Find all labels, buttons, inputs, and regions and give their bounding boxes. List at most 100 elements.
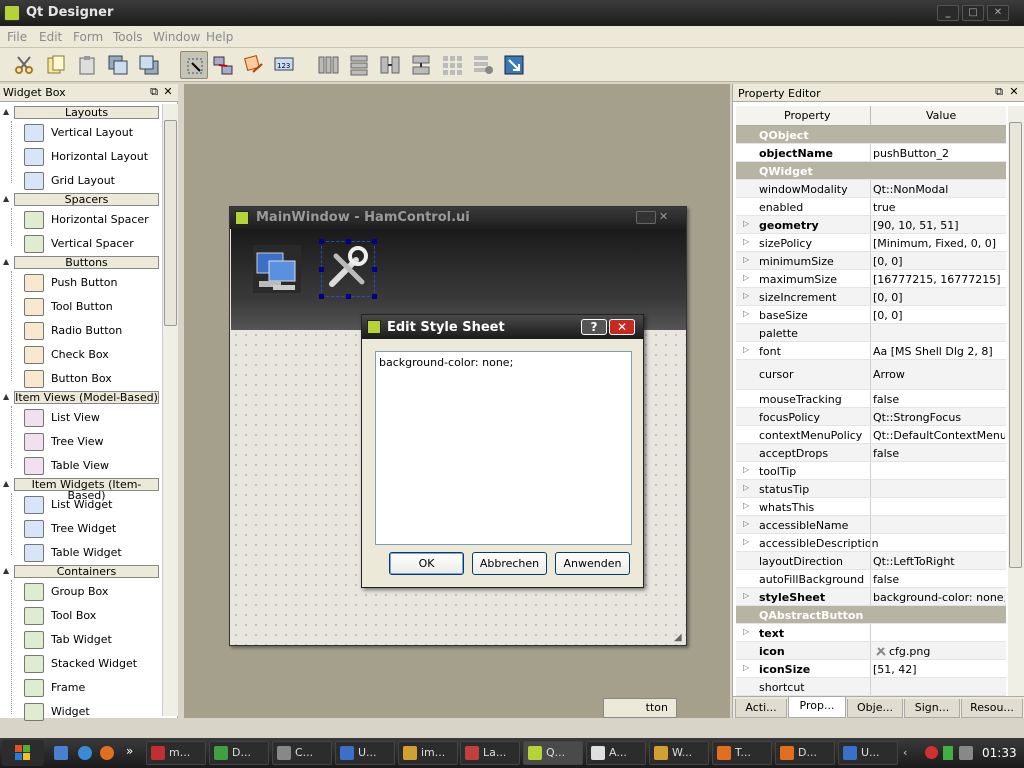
property-value[interactable]: Qt::NonModal xyxy=(873,183,1005,196)
menu-form[interactable]: Form xyxy=(73,30,103,44)
property-row[interactable]: ▷ font Aa [MS Shell Dlg 2, 8] xyxy=(736,342,1006,360)
ok-button[interactable]: OK xyxy=(389,552,464,575)
clock[interactable]: 01:33 xyxy=(982,746,1017,760)
expand-arrow-icon[interactable]: ▷ xyxy=(743,273,749,282)
quicklaunch-more-icon[interactable]: » xyxy=(126,744,133,758)
taskbar-item[interactable]: im... xyxy=(398,741,458,765)
expand-arrow-icon[interactable]: ▷ xyxy=(743,237,749,246)
property-row[interactable]: ▷ statusTip xyxy=(736,480,1006,498)
apply-button[interactable]: Anwenden xyxy=(555,552,630,575)
property-row[interactable]: enabled true xyxy=(736,198,1006,216)
float-icon[interactable]: ⧉ xyxy=(148,86,160,98)
property-value[interactable]: false xyxy=(873,573,1005,586)
firefox-icon[interactable] xyxy=(100,746,114,760)
taskbar-item[interactable]: W... xyxy=(649,741,709,765)
category-collapse-icon[interactable]: ▲ xyxy=(3,107,9,116)
cut-button[interactable] xyxy=(10,51,38,79)
close-icon[interactable]: ✕ xyxy=(162,86,174,98)
property-row[interactable]: ▷ accessibleDescription xyxy=(736,534,1006,552)
taskbar-item[interactable]: La... xyxy=(460,741,520,765)
category-collapse-icon[interactable]: ▲ xyxy=(3,392,9,401)
property-row[interactable]: ▷ sizePolicy [Minimum, Fixed, 0, 0] xyxy=(736,234,1006,252)
property-editor-scrollbar[interactable] xyxy=(1008,106,1024,696)
property-value[interactable]: Qt::LeftToRight xyxy=(873,555,1005,568)
expand-arrow-icon[interactable]: ▷ xyxy=(743,291,749,300)
taskbar-item[interactable]: D... xyxy=(775,741,835,765)
bring-to-front-button[interactable] xyxy=(135,51,163,79)
property-value[interactable]: [Minimum, Fixed, 0, 0] xyxy=(873,237,1005,250)
close-button[interactable]: ✕ xyxy=(987,5,1009,21)
dialog-titlebar[interactable]: Edit Style Sheet ? ✕ xyxy=(362,315,643,339)
tray-expand-icon[interactable]: ‹ xyxy=(903,746,907,759)
menu-file[interactable]: File xyxy=(7,30,27,44)
maximize-button[interactable]: □ xyxy=(962,5,984,21)
expand-arrow-icon[interactable]: ▷ xyxy=(743,501,749,510)
property-value[interactable]: [51, 42] xyxy=(873,663,1005,676)
menu-tools[interactable]: Tools xyxy=(113,30,143,44)
category-collapse-icon[interactable]: ▲ xyxy=(3,194,9,203)
property-value[interactable]: Arrow xyxy=(873,368,1005,381)
category-1[interactable]: Spacers xyxy=(14,193,159,206)
property-row[interactable]: ▷ styleSheet background-color: none; xyxy=(736,588,1006,606)
form-close-button[interactable]: ✕ xyxy=(659,210,668,223)
property-row[interactable]: shortcut xyxy=(736,678,1006,696)
property-row[interactable]: ▷ minimumSize [0, 0] xyxy=(736,252,1006,270)
network-computers-icon[interactable] xyxy=(251,243,303,295)
taskbar-item[interactable]: C... xyxy=(272,741,332,765)
property-value[interactable]: [16777215, 16777215] xyxy=(873,273,1005,286)
property-row[interactable]: palette xyxy=(736,324,1006,342)
minimize-button[interactable]: _ xyxy=(937,5,959,21)
start-button[interactable] xyxy=(2,740,44,766)
tray-messenger-icon[interactable] xyxy=(943,746,953,760)
category-collapse-icon[interactable]: ▲ xyxy=(3,479,9,488)
lay-out-horizontally-button[interactable] xyxy=(314,51,342,79)
category-0[interactable]: Layouts xyxy=(14,106,159,119)
property-value[interactable]: Aa [MS Shell Dlg 2, 8] xyxy=(873,345,1005,358)
tab-property-editor[interactable]: Prop... xyxy=(788,697,846,718)
expand-arrow-icon[interactable]: ▷ xyxy=(743,255,749,264)
property-section-row[interactable]: QWidget xyxy=(736,162,1006,180)
property-row[interactable]: cursor Arrow xyxy=(736,360,1006,390)
lay-out-grid-button[interactable] xyxy=(438,51,466,79)
property-value[interactable]: [0, 0] xyxy=(873,291,1005,304)
property-section-row[interactable]: QObject xyxy=(736,126,1006,144)
category-collapse-icon[interactable]: ▲ xyxy=(3,257,9,266)
break-layout-button[interactable] xyxy=(469,51,497,79)
property-row[interactable]: windowModality Qt::NonModal xyxy=(736,180,1006,198)
taskbar-item[interactable]: T... xyxy=(712,741,772,765)
menu-edit[interactable]: Edit xyxy=(39,30,62,44)
tray-app-icon[interactable] xyxy=(959,746,973,760)
expand-arrow-icon[interactable]: ▷ xyxy=(743,627,749,636)
edit-signals-slots-button[interactable] xyxy=(209,51,237,79)
edit-widgets-button[interactable] xyxy=(180,51,208,79)
tab-object-inspector[interactable]: Obje... xyxy=(847,699,903,718)
close-icon[interactable]: ✕ xyxy=(1008,86,1020,98)
property-value[interactable]: [0, 0] xyxy=(873,255,1005,268)
category-3[interactable]: Item Views (Model-Based) xyxy=(14,391,159,404)
lay-out-splitter-horizontal-button[interactable] xyxy=(376,51,404,79)
property-value[interactable]: Qt::StrongFocus xyxy=(873,411,1005,424)
taskbar-item[interactable]: D... xyxy=(209,741,269,765)
form-window-titlebar[interactable]: MainWindow - HamControl.ui ✕ xyxy=(230,207,686,229)
taskbar-item[interactable]: Q... xyxy=(523,741,583,765)
cancel-button[interactable]: Abbrechen xyxy=(472,552,547,575)
property-section-row[interactable]: QAbstractButton xyxy=(736,606,1006,624)
property-row[interactable]: ▷ toolTip xyxy=(736,462,1006,480)
expand-arrow-icon[interactable]: ▷ xyxy=(743,519,749,528)
property-value[interactable]: [90, 10, 51, 51] xyxy=(873,219,1005,232)
paste-button[interactable] xyxy=(73,51,101,79)
form-minimize-button[interactable] xyxy=(636,211,656,224)
adjust-size-button[interactable] xyxy=(500,51,528,79)
scrollbar-thumb[interactable] xyxy=(1009,122,1022,568)
property-value[interactable]: pushButton_2 xyxy=(873,147,1005,160)
taskbar-item[interactable]: m... xyxy=(146,741,206,765)
tab-signal-slot-editor[interactable]: Sign... xyxy=(904,699,960,718)
tray-security-icon[interactable] xyxy=(925,746,938,759)
expand-arrow-icon[interactable]: ▷ xyxy=(743,591,749,600)
tab-resource-browser[interactable]: Resou... xyxy=(961,699,1023,718)
dialog-help-button[interactable]: ? xyxy=(581,319,607,335)
property-row[interactable]: icon cfg.png xyxy=(736,642,1006,660)
expand-arrow-icon[interactable]: ▷ xyxy=(743,483,749,492)
property-value[interactable]: Qt::DefaultContextMenu xyxy=(873,429,1005,442)
float-icon[interactable]: ⧉ xyxy=(993,86,1005,98)
